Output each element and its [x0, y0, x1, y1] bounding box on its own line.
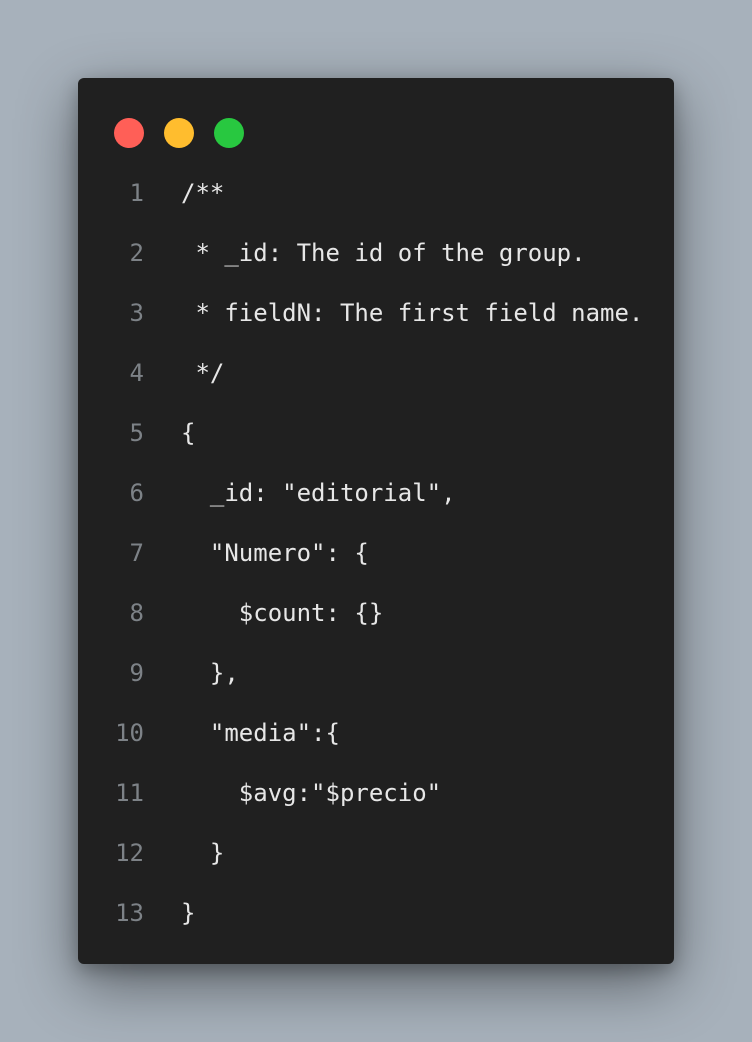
minimize-dot[interactable]	[164, 118, 194, 148]
code-line: 4 */	[78, 343, 674, 403]
code-text: {	[181, 419, 196, 447]
code-line: 9 },	[78, 643, 674, 703]
line-number: 9	[129, 659, 144, 687]
code-line: 2 * _id: The id of the group.	[78, 223, 674, 283]
line-number: 3	[129, 299, 144, 327]
close-dot[interactable]	[114, 118, 144, 148]
code-line: 3 * fieldN: The first field name.	[78, 283, 674, 343]
line-number: 8	[129, 599, 144, 627]
code-text: "media":{	[181, 719, 340, 747]
code-text: $count: {}	[181, 599, 384, 627]
code-text: _id: "editorial",	[181, 479, 456, 507]
line-number: 7	[129, 539, 144, 567]
code-line: 10 "media":{	[78, 703, 674, 763]
line-number: 11	[115, 779, 144, 807]
code-text: "Numero": {	[181, 539, 369, 567]
code-line: 11 $avg:"$precio"	[78, 763, 674, 823]
code-line: 13 }	[78, 883, 674, 943]
code-line: 5 {	[78, 403, 674, 463]
code-line: 12 }	[78, 823, 674, 883]
line-number: 10	[115, 719, 144, 747]
code-text: */	[181, 359, 225, 387]
line-number: 2	[129, 239, 144, 267]
code-line: 6 _id: "editorial",	[78, 463, 674, 523]
code-text: /**	[181, 179, 225, 207]
line-number: 5	[129, 419, 144, 447]
code-text: * _id: The id of the group.	[181, 239, 586, 267]
code-text: },	[181, 659, 239, 687]
code-editor[interactable]: 1 /** 2 * _id: The id of the group. 3 * …	[78, 163, 674, 943]
line-number: 4	[129, 359, 144, 387]
maximize-dot[interactable]	[214, 118, 244, 148]
code-text: $avg:"$precio"	[181, 779, 442, 807]
code-text: }	[181, 899, 196, 927]
line-number: 12	[115, 839, 144, 867]
window-controls	[114, 118, 244, 148]
code-line: 7 "Numero": {	[78, 523, 674, 583]
line-number: 1	[129, 179, 144, 207]
line-number: 6	[129, 479, 144, 507]
code-line: 8 $count: {}	[78, 583, 674, 643]
code-text: }	[181, 839, 225, 867]
code-text: * fieldN: The first field name.	[181, 299, 644, 327]
code-window: 1 /** 2 * _id: The id of the group. 3 * …	[78, 78, 674, 964]
code-line: 1 /**	[78, 163, 674, 223]
line-number: 13	[115, 899, 144, 927]
